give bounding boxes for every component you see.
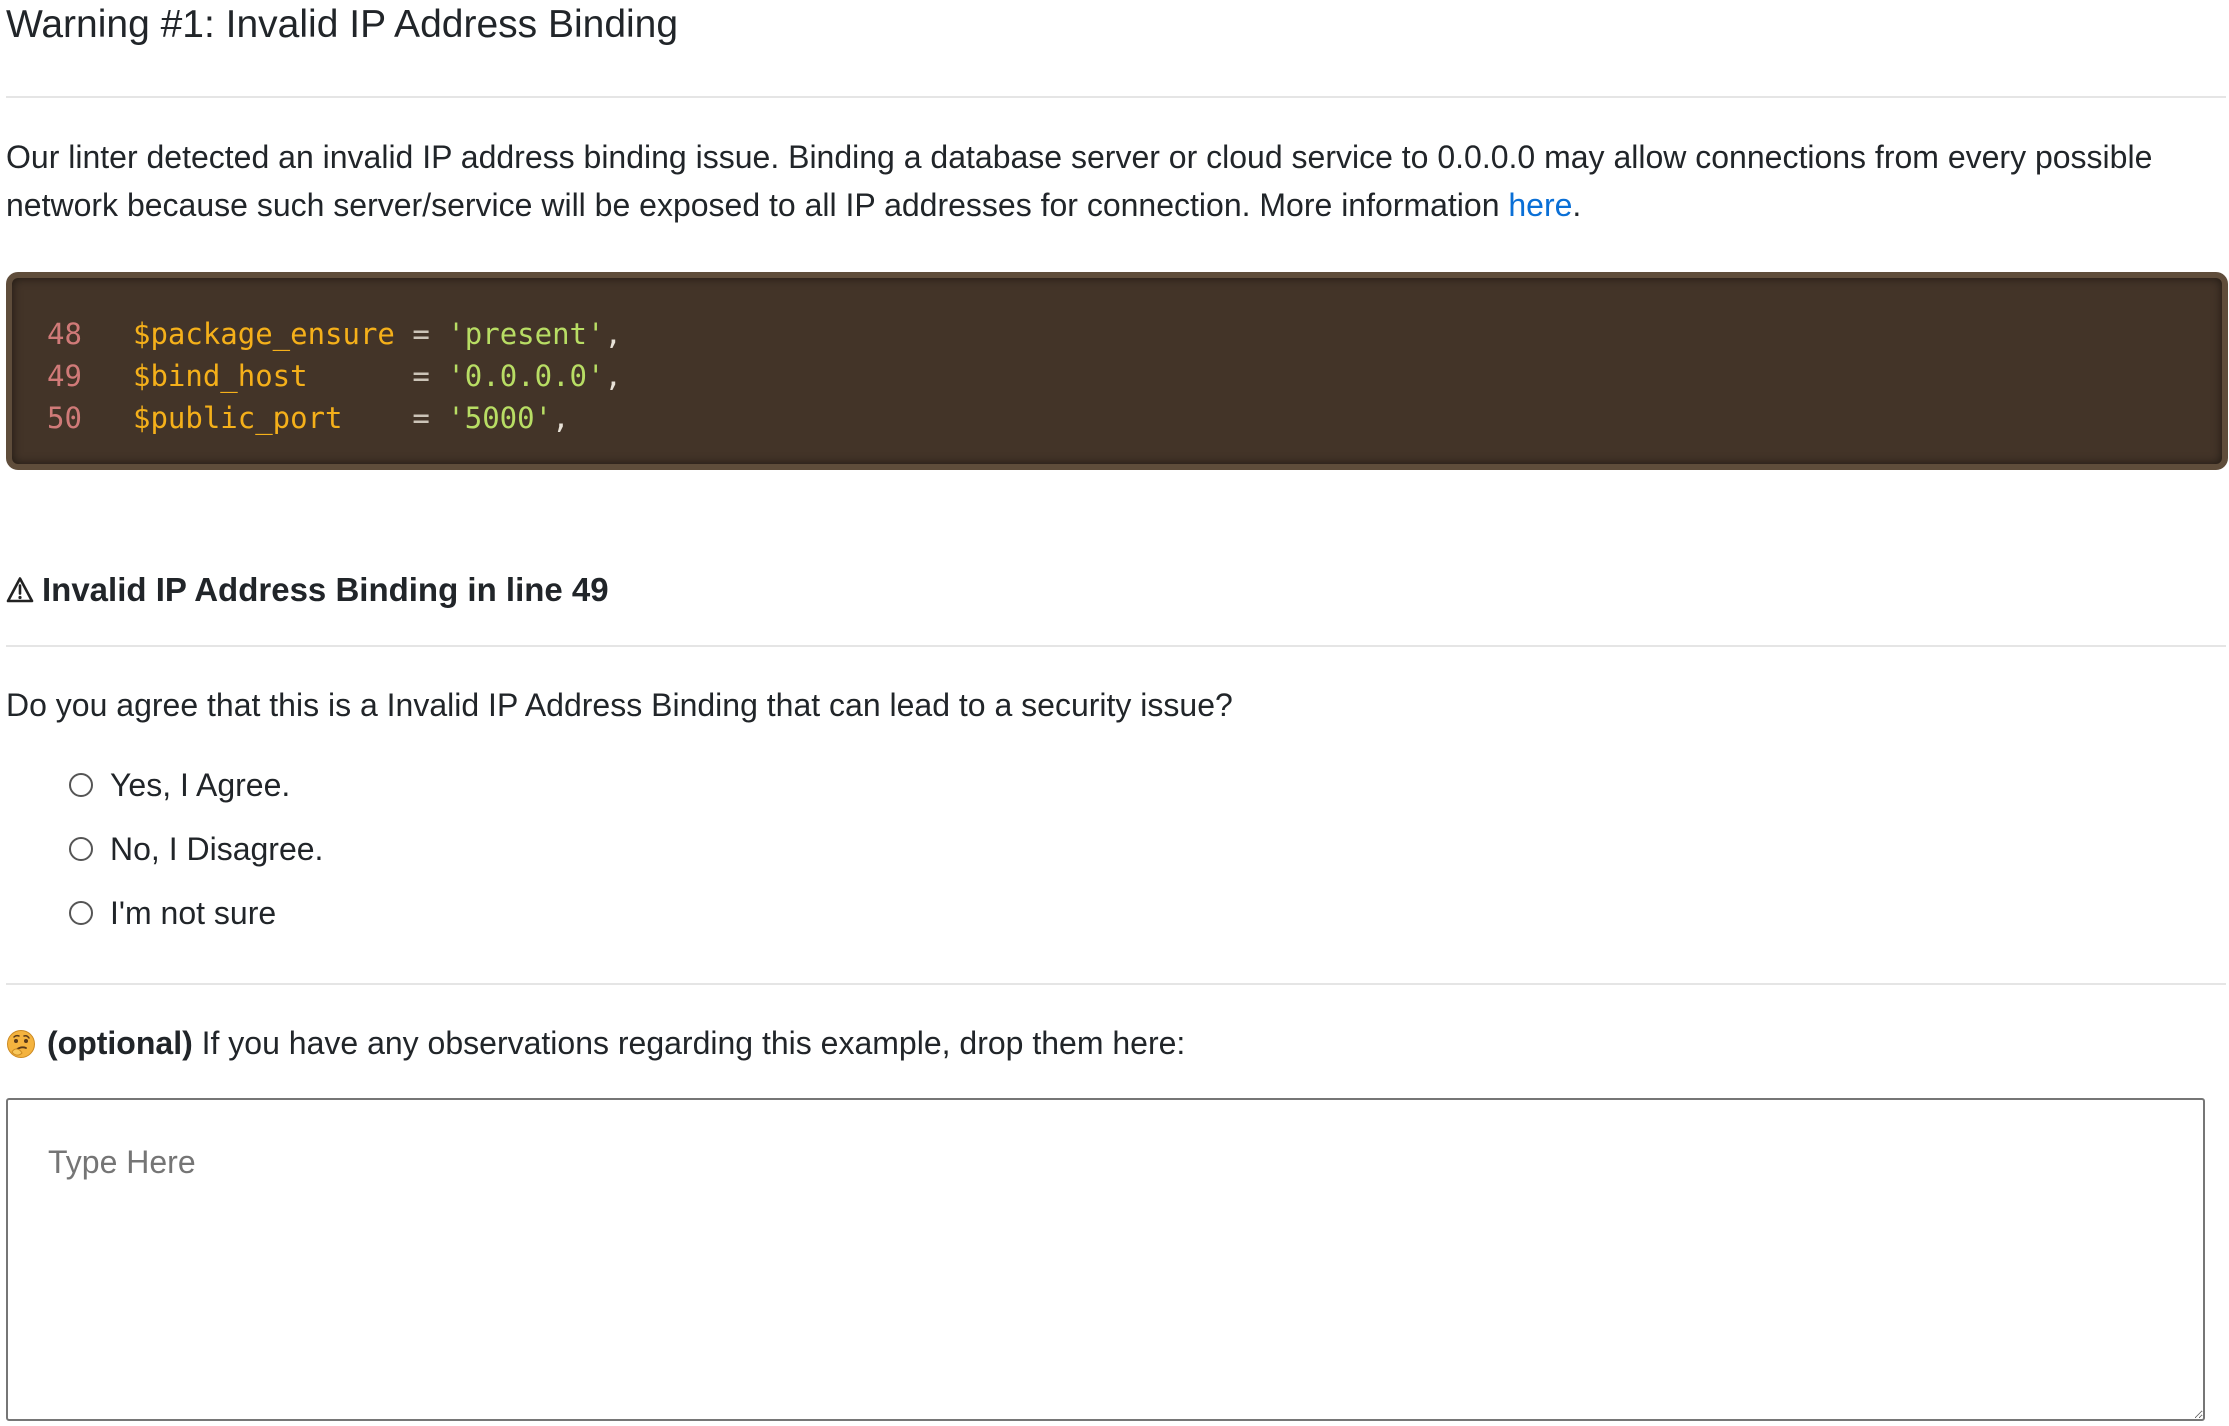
disagree-radio-option[interactable]: No, I Disagree. bbox=[69, 825, 323, 873]
code-snippet: 48 $package_ensure = 'present', 49 $bind_h… bbox=[6, 272, 2228, 470]
not-sure-radio-label: I'm not sure bbox=[110, 894, 277, 931]
agree-radio-label: Yes, I Agree. bbox=[110, 766, 291, 803]
more-information-link[interactable]: here bbox=[1508, 187, 1572, 223]
code-operator: = bbox=[412, 401, 430, 435]
code-string-value: '0.0.0.0' bbox=[447, 359, 605, 393]
title-divider bbox=[6, 96, 2226, 98]
code-operator: = bbox=[412, 359, 430, 393]
agreement-question: Do you agree that this is a Invalid IP A… bbox=[6, 687, 1233, 723]
code-punctuation: , bbox=[604, 317, 622, 351]
feedback-prompt: (optional) If you have any observations … bbox=[6, 1021, 1185, 1065]
not-sure-radio-button[interactable] bbox=[69, 901, 93, 925]
issue-divider bbox=[6, 645, 2226, 647]
line-number: 49 bbox=[47, 359, 82, 393]
code-padding bbox=[343, 401, 413, 435]
issue-heading-text: Invalid IP Address Binding in line 49 bbox=[42, 571, 609, 608]
thinking-face-icon bbox=[7, 1030, 35, 1058]
observations-textarea[interactable] bbox=[6, 1098, 2205, 1421]
feedback-prompt-text: If you have any observations regarding t… bbox=[192, 1025, 1186, 1061]
code-variable: $public_port bbox=[133, 401, 343, 435]
not-sure-radio-option[interactable]: I'm not sure bbox=[69, 889, 276, 937]
code-punctuation: , bbox=[552, 401, 570, 435]
intro-period: . bbox=[1572, 187, 1582, 223]
optional-label: (optional) bbox=[47, 1025, 193, 1061]
line-number: 48 bbox=[47, 317, 82, 351]
feedback-divider bbox=[6, 983, 2226, 985]
agree-radio-button[interactable] bbox=[69, 773, 93, 797]
code-operator: = bbox=[412, 317, 430, 351]
intro-text: Our linter detected an invalid IP addres… bbox=[6, 139, 2153, 223]
warning-description: Our linter detected an invalid IP addres… bbox=[6, 133, 2220, 229]
agree-radio-option[interactable]: Yes, I Agree. bbox=[69, 761, 290, 809]
code-line-49: 49 $bind_host = '0.0.0.0', bbox=[47, 355, 622, 397]
warning-title: Warning #1: Invalid IP Address Binding bbox=[6, 3, 679, 46]
code-padding bbox=[395, 317, 412, 351]
code-string-value: 'present' bbox=[447, 317, 605, 351]
code-string-value: '5000' bbox=[447, 401, 553, 435]
code-line-50: 50 $public_port = '5000', bbox=[47, 397, 570, 439]
code-padding bbox=[308, 359, 413, 393]
code-line-48: 48 $package_ensure = 'present', bbox=[47, 313, 622, 355]
disagree-radio-label: No, I Disagree. bbox=[110, 830, 324, 867]
code-variable: $package_ensure bbox=[133, 317, 395, 351]
code-punctuation: , bbox=[604, 359, 622, 393]
issue-heading: Invalid IP Address Binding in line 49 bbox=[6, 568, 609, 612]
warning-icon bbox=[6, 577, 34, 603]
code-variable: $bind_host bbox=[133, 359, 308, 393]
line-number: 50 bbox=[47, 401, 82, 435]
disagree-radio-button[interactable] bbox=[69, 837, 93, 861]
